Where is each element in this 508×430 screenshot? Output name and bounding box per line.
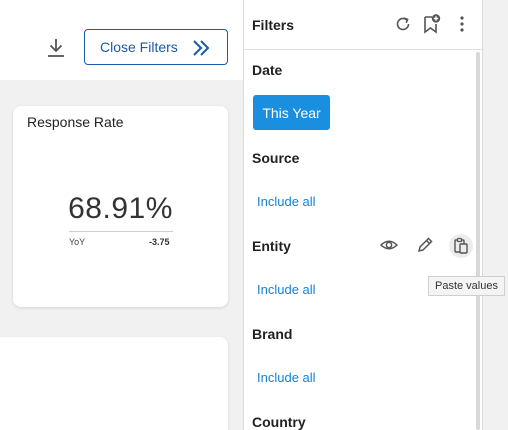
eye-icon[interactable] [378, 234, 400, 256]
brand-section-label: Brand [252, 326, 293, 342]
secondary-card [0, 337, 228, 430]
filters-scrollbar[interactable] [476, 52, 480, 430]
bookmark-add-icon[interactable] [420, 13, 442, 35]
filters-title: Filters [252, 17, 295, 33]
close-filters-button[interactable]: Close Filters [84, 29, 228, 65]
source-section-label: Source [252, 150, 300, 166]
card-divider [69, 231, 173, 232]
double-chevron-right-icon [191, 38, 211, 58]
response-rate-card: Response Rate 68.91% YoY -3.75 [13, 106, 228, 307]
yoy-label: YoY [69, 237, 86, 247]
dashboard-area: Close Filters Response Rate 68.91% YoY -… [0, 0, 243, 430]
pencil-icon[interactable] [414, 234, 436, 256]
entity-include-all-link[interactable]: Include all [257, 282, 316, 297]
close-filters-label: Close Filters [100, 39, 178, 55]
brand-include-all-link[interactable]: Include all [257, 370, 316, 385]
source-include-all-link[interactable]: Include all [257, 194, 316, 209]
paste-values-tooltip: Paste values [428, 276, 505, 296]
this-year-button[interactable]: This Year [253, 95, 330, 130]
card-title: Response Rate [27, 114, 124, 130]
entity-section-label: Entity [252, 238, 291, 254]
filters-panel: Filters Date This Year Source Include al… [243, 0, 484, 430]
download-icon[interactable] [44, 36, 68, 60]
paste-icon[interactable] [450, 235, 472, 257]
reset-icon[interactable] [392, 13, 414, 35]
date-section-label: Date [252, 62, 283, 78]
filters-header: Filters [244, 0, 484, 50]
yoy-value: -3.75 [149, 237, 170, 247]
response-rate-value: 68.91% [68, 192, 173, 225]
country-section-label: Country [252, 414, 306, 430]
more-vert-icon[interactable] [451, 13, 473, 35]
dashboard-toolbar: Close Filters [0, 0, 243, 80]
